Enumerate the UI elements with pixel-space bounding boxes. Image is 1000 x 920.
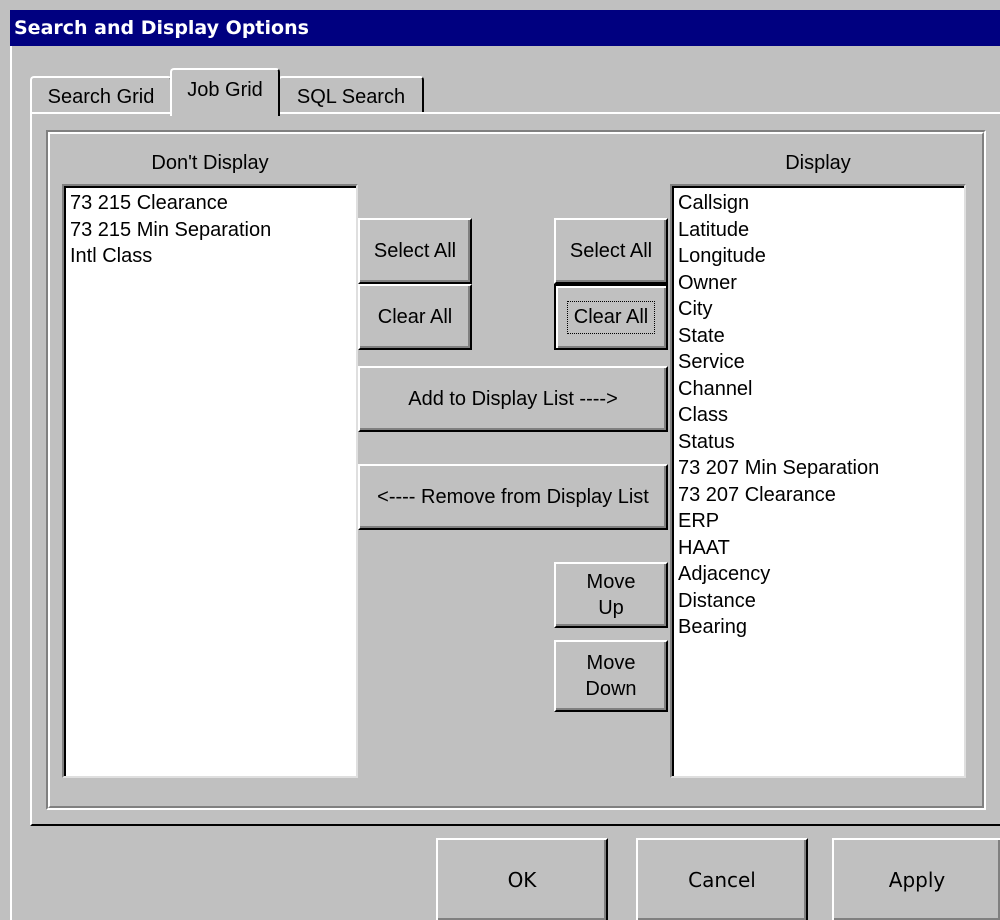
apply-button[interactable]: Apply: [832, 838, 1000, 920]
tab-search-grid[interactable]: Search Grid: [30, 76, 172, 114]
ok-button[interactable]: OK: [436, 838, 608, 920]
tab-job-grid[interactable]: Job Grid: [170, 68, 280, 116]
tab-panel: [30, 112, 1000, 826]
apply-label: Apply: [888, 868, 946, 892]
ok-label: OK: [507, 868, 537, 892]
dialog-border: [10, 46, 12, 920]
search-display-options-dialog: Search and Display Options Search Grid S…: [0, 0, 1000, 920]
window-title[interactable]: Search and Display Options: [10, 10, 1000, 46]
cancel-label: Cancel: [688, 868, 756, 892]
cancel-button[interactable]: Cancel: [636, 838, 808, 920]
tab-sql-search[interactable]: SQL Search: [278, 76, 424, 114]
